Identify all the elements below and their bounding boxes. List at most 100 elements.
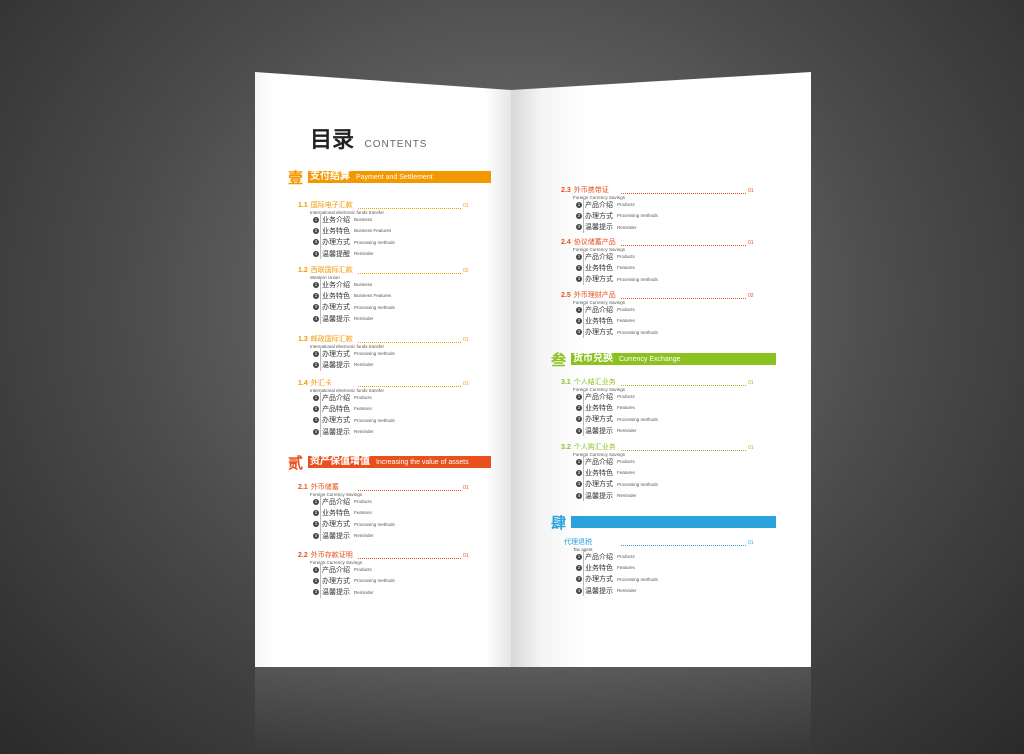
subsection-number: 1.3: [298, 336, 308, 343]
item-label-en: Processing methods: [617, 329, 658, 335]
list-item: 3 办理方式 Processing methods: [576, 414, 658, 425]
item-label: 产品介绍: [585, 458, 613, 466]
item-label: 温馨提示: [322, 315, 350, 323]
subsection-items: 1 业务介绍 Business 2 业务特色 Business Features 3 办理方式…: [313, 214, 395, 260]
subsection-heading: 代理退税: [561, 537, 593, 547]
list-item: 1 产品介绍 Products: [313, 564, 395, 575]
page-number: 01: [463, 485, 469, 491]
list-item: 2 业务特色 Features: [313, 507, 395, 518]
subsection-title: 协议储蓄产品: [573, 239, 616, 246]
leader-dots: [358, 558, 461, 559]
subsection-heading: 2.1 外币储蓄: [298, 482, 362, 492]
bullet-number-icon: 1: [313, 566, 319, 573]
item-label-en: Processing methods: [617, 416, 658, 422]
toc-title-zh: 目录: [310, 127, 355, 152]
item-label-en: Reminder: [617, 493, 637, 499]
subsection-number: 2.5: [561, 292, 571, 299]
list-item: 1 产品介绍 Products: [576, 551, 658, 562]
item-label: 办理方式: [585, 481, 613, 489]
subsection-items: 1 产品介绍 Products 2 业务特色 Features 3 办理方式 Processin…: [576, 456, 658, 502]
list-item: 4 温馨提示 Reminder: [313, 530, 395, 541]
item-label-en: Reminder: [354, 251, 374, 257]
list-item: 2 业务特色 Business Features: [313, 225, 395, 236]
item-label: 产品介绍: [585, 393, 613, 401]
list-item: 1 产品介绍 Products: [576, 304, 658, 315]
subsection-title: 代理退税: [564, 539, 592, 546]
subsection-number: 1.1: [298, 202, 308, 209]
subsection-title: 邮政国际汇款: [310, 336, 353, 343]
subsection-heading: 2.4 协议储蓄产品: [561, 237, 625, 247]
list-item: 2 业务特色 Features: [576, 562, 658, 573]
bullet-number-icon: 1: [313, 498, 319, 505]
item-label: 产品介绍: [585, 201, 613, 209]
item-label: 产品介绍: [322, 566, 350, 574]
bullet-number-icon: 2: [576, 317, 582, 324]
item-label-en: Products: [617, 254, 635, 260]
subsection-number: 3.2: [561, 444, 571, 451]
toc-title: 目录 CONTENTS: [310, 122, 427, 154]
bullet-number-icon: 3: [576, 276, 582, 283]
subsection-items: 1 产品介绍 Products 2 办理方式 Processing methods 3 温馨提…: [576, 199, 658, 233]
item-label-en: Processing methods: [354, 521, 395, 527]
bullet-number-icon: 4: [313, 428, 319, 435]
bullet-number-icon: 3: [576, 224, 582, 231]
bullet-number-icon: 3: [313, 521, 319, 528]
bullet-number-icon: 3: [576, 576, 582, 583]
subsection-title: 外币存款证明: [310, 552, 353, 559]
item-label: 业务特色: [322, 227, 350, 235]
subsection-items: 1 产品介绍 Products 2 业务特色 Features 3 办理方式 Processin…: [576, 251, 658, 285]
item-label: 温馨提示: [585, 492, 613, 500]
list-item: 1 业务介绍 Business: [313, 279, 395, 290]
leader-dots: [358, 342, 461, 343]
list-item: 4 温馨提示 Reminder: [576, 425, 658, 436]
subsection-heading: 3.1 个人结汇业务: [561, 377, 625, 387]
page-number: 01: [463, 553, 469, 559]
item-label: 温馨提示: [322, 361, 350, 369]
item-label-en: Processing methods: [617, 481, 658, 487]
subsection-title: 国际电子汇款: [310, 202, 353, 209]
subsection-number: 1.4: [298, 380, 308, 387]
leader-dots: [621, 245, 746, 246]
item-label-en: Features: [617, 265, 635, 271]
item-label-en: Products: [354, 395, 372, 401]
bullet-number-icon: 1: [576, 458, 582, 465]
item-label-en: Products: [617, 554, 635, 560]
subsection: 1.2 西联国际汇款 Western Union: [298, 265, 353, 280]
list-item: 2 产品特色 Features: [313, 403, 395, 414]
item-label: 办理方式: [322, 577, 350, 585]
right-page: 2.3 外币携带证 Foreign Currency Savings 01 1 产品介绍 P…: [511, 72, 811, 667]
subsection: 2.1 外币储蓄 Foreign Currency Savings: [298, 482, 362, 497]
bullet-number-icon: 2: [313, 405, 319, 412]
item-label: 办理方式: [322, 304, 350, 312]
list-item: 3 办理方式 Processing methods: [576, 574, 658, 585]
leader-dots: [621, 385, 746, 386]
bullet-number-icon: 1: [313, 281, 319, 288]
item-label-en: Products: [354, 567, 372, 573]
bullet-number-icon: 1: [576, 253, 582, 260]
item-label: 办理方式: [322, 239, 350, 247]
item-label: 产品介绍: [322, 498, 350, 506]
list-item: 3 温馨提示 Reminder: [576, 222, 658, 233]
item-label: 业务特色: [585, 264, 613, 272]
item-label: 办理方式: [322, 417, 350, 425]
bullet-number-icon: 2: [313, 227, 319, 234]
floor-reflection: [255, 667, 811, 754]
page-number: 01: [748, 240, 754, 246]
item-label: 办理方式: [585, 416, 613, 424]
item-label-en: Features: [617, 470, 635, 476]
item-label: 业务介绍: [322, 281, 350, 289]
item-label-en: Products: [617, 307, 635, 313]
section-numeral: 肆: [551, 514, 567, 532]
list-item: 2 业务特色 Features: [576, 467, 658, 478]
subsection-title: 外币携带证: [573, 187, 609, 194]
bullet-number-icon: 1: [576, 393, 582, 400]
leader-dots: [621, 298, 746, 299]
leader-dots: [358, 490, 461, 491]
subsection-items: 1 产品介绍 Products 2 办理方式 Processing methods 3 温馨提…: [313, 564, 395, 598]
list-item: 3 办理方式 Processing methods: [576, 274, 658, 285]
item-label: 办理方式: [322, 350, 350, 358]
item-label-en: Processing methods: [354, 351, 395, 357]
bullet-number-icon: 3: [576, 481, 582, 488]
item-label-en: Features: [354, 510, 372, 516]
section-header-bar: 支付结算 Payment and Settlement: [308, 171, 491, 183]
